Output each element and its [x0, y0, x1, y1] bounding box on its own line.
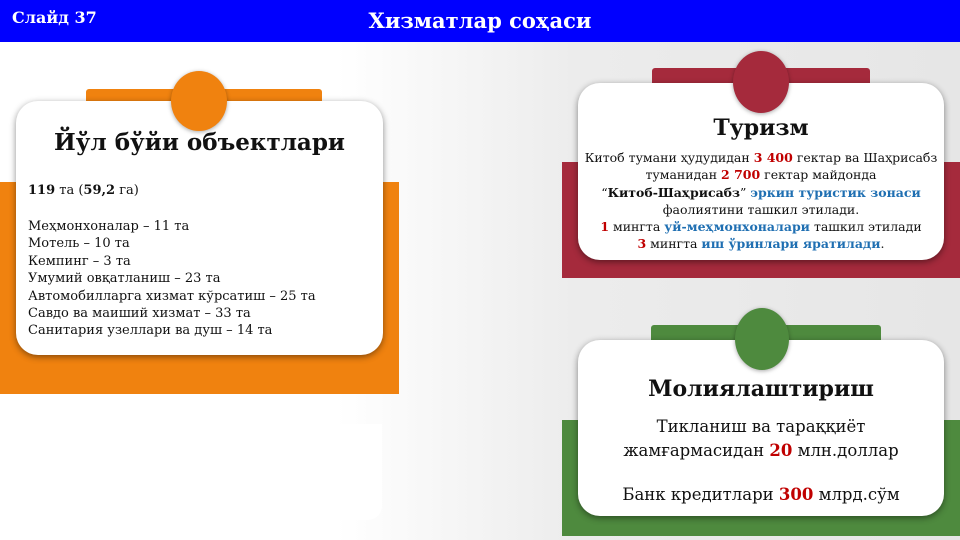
list-item: Санитария узеллари ва душ – 14 та	[28, 323, 273, 339]
text: .	[880, 236, 885, 252]
slide-title: Хизматлар соҳаси	[368, 8, 592, 33]
text: млн.доллар	[792, 441, 899, 460]
text: мингта	[646, 236, 702, 252]
finance-text: Тикланиш ва тараққиёт жамғармасидан 20 м…	[578, 415, 944, 507]
road-objects-list: Меҳмонхоналар – 11 та Мотель – 10 та Кем…	[28, 218, 316, 340]
total-area: 59,2	[83, 183, 116, 198]
list-item: Кемпинг – 3 та	[28, 253, 131, 269]
area-shahrisabz: 2 700	[721, 167, 761, 183]
list-item: Автомобилларга хизмат кўрсатиш – 25 та	[28, 288, 316, 304]
text: гектар ва Шаҳрисабз	[792, 150, 938, 165]
tourism-line: 3 мингта иш ўринлари яратилади.	[578, 235, 944, 252]
finance-line: Тикланиш ва тараққиёт	[656, 417, 866, 436]
text: ”	[740, 184, 751, 200]
area-kitob: 3 400	[753, 150, 793, 165]
guesthouse-count: 1	[600, 219, 610, 235]
text: гектар майдонда	[760, 167, 877, 183]
jobs-count: 3	[637, 236, 647, 252]
text: Китоб тумани ҳудудидан	[584, 150, 754, 165]
finance-line: Банк кредитлари 300 млрд.сўм	[578, 483, 944, 507]
list-item: Савдо ва маиший хизмат – 33 та	[28, 306, 251, 322]
zone-type: эркин туристик зонаси	[750, 184, 921, 200]
green-circle	[735, 308, 789, 370]
white-strip	[12, 424, 382, 520]
tourism-line: фаолиятини ташкил этилади.	[662, 201, 860, 217]
tourism-text: Китоб тумани ҳудудидан 3 400 гектар ва Ш…	[578, 149, 944, 253]
road-objects-total: 119 та (59,2 га)	[28, 182, 139, 199]
orange-circle	[171, 71, 227, 131]
total-count: 119	[28, 183, 56, 198]
list-item: Мотель – 10 та	[28, 236, 130, 252]
text: млрд.сўм	[813, 485, 900, 504]
guesthouses: уй-меҳмонхоналари	[664, 219, 810, 235]
text: Банк кредитлари	[622, 485, 779, 504]
text: ташкил этилади	[809, 219, 922, 235]
total-area-unit: га)	[115, 183, 139, 198]
road-objects-card: Йўл бўйи объектлари 119 та (59,2 га) Меҳ…	[16, 101, 383, 355]
tourism-line: Китоб тумани ҳудудидан 3 400 гектар ва Ш…	[578, 149, 944, 166]
text: туманидан	[645, 167, 722, 183]
text: мингта	[609, 219, 665, 235]
tourism-line: “Китоб-Шаҳрисабз” эркин туристик зонаси	[578, 184, 944, 201]
header-bar: Слайд 37 Хизматлар соҳаси	[0, 0, 960, 42]
text: жамғармасидан	[623, 441, 770, 460]
credit-amount: 300	[778, 485, 814, 504]
fund-amount: 20	[769, 441, 793, 460]
list-item: Умумий овқатланиш – 23 та	[28, 271, 221, 287]
tourism-line: туманидан 2 700 гектар майдонда	[578, 166, 944, 183]
tourism-title: Туризм	[713, 115, 809, 141]
jobs: иш ўринлари яратилади	[701, 236, 881, 252]
list-item: Меҳмонхоналар – 11 та	[28, 219, 190, 234]
finance-line: жамғармасидан 20 млн.доллар	[578, 439, 944, 463]
road-objects-title: Йўл бўйи объектлари	[54, 129, 345, 156]
crimson-circle	[733, 51, 789, 113]
zone-name: Китоб-Шаҳрисабз	[607, 184, 740, 200]
tourism-line: 1 мингта уй-меҳмонхоналари ташкил этилад…	[578, 218, 944, 235]
finance-title: Молиялаштириш	[648, 376, 874, 402]
total-unit: та (	[55, 183, 84, 198]
